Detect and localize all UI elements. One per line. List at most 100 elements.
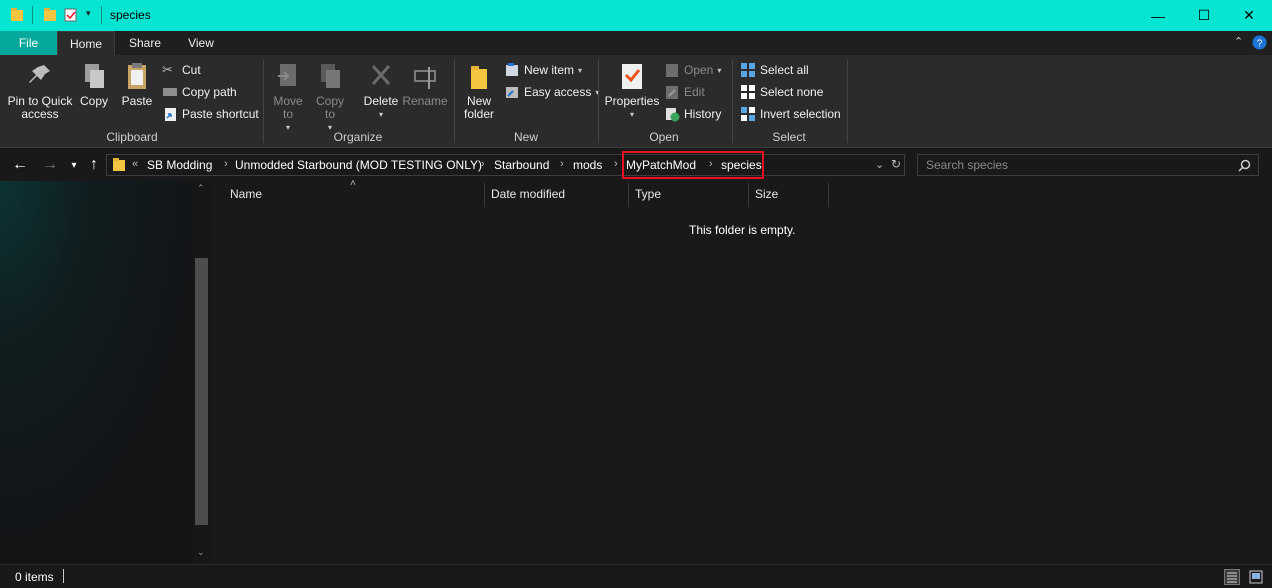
tab-home[interactable]: Home xyxy=(57,31,115,55)
move-to-button[interactable]: Move to ▾ xyxy=(270,61,306,134)
address-bar[interactable]: « SB Modding › Unmodded Starbound (MOD T… xyxy=(106,151,905,179)
copy-to-icon xyxy=(321,64,340,88)
customize-quick-access-icon[interactable]: ▾ xyxy=(86,8,91,19)
invert-selection-button[interactable]: Invert selection xyxy=(740,105,841,123)
properties-button[interactable]: Properties ▾ xyxy=(604,61,660,121)
tab-file[interactable]: File xyxy=(0,31,57,55)
maximize-button[interactable]: ☐ xyxy=(1181,0,1227,31)
clipboard-group-label: Clipboard xyxy=(106,130,158,144)
paste-shortcut-button[interactable]: Paste shortcut xyxy=(162,105,259,123)
forward-button[interactable]: → xyxy=(40,155,60,175)
select-all-label: Select all xyxy=(760,63,809,77)
navigation-pane[interactable] xyxy=(0,181,210,564)
breadcrumb-sb-modding[interactable]: SB Modding xyxy=(147,158,212,172)
divider xyxy=(598,59,599,143)
window-title: species xyxy=(110,8,151,22)
copy-to-button[interactable]: Copy to ▾ xyxy=(312,61,348,134)
chevron-right-icon[interactable]: › xyxy=(614,158,618,170)
chevron-down-icon: ▾ xyxy=(285,123,290,132)
column-header-date-modified[interactable]: Date modified xyxy=(491,187,565,201)
history-label: History xyxy=(684,107,722,121)
breadcrumb-unmodded-starbound[interactable]: Unmodded Starbound (MOD TESTING ONLY) xyxy=(235,158,482,172)
rename-button[interactable]: Rename xyxy=(402,61,448,108)
chevron-right-icon[interactable]: › xyxy=(481,158,485,170)
breadcrumb-starbound[interactable]: Starbound xyxy=(494,158,549,172)
paste-shortcut-icon xyxy=(165,108,176,121)
chevron-down-icon: ▾ xyxy=(71,159,77,171)
copy-icon xyxy=(85,64,104,88)
help-icon[interactable]: ? xyxy=(1252,35,1267,50)
recent-locations-button[interactable]: ▾ xyxy=(64,155,84,175)
new-item-button[interactable]: New item ▾ xyxy=(504,61,582,79)
new-folder-icon[interactable] xyxy=(64,7,78,23)
large-icons-view-icon[interactable] xyxy=(1248,569,1264,585)
select-none-icon xyxy=(741,85,755,99)
address-dropdown-icon[interactable]: ⌄ xyxy=(875,158,884,171)
back-button[interactable]: ← xyxy=(10,155,30,175)
divider xyxy=(101,6,102,24)
history-button[interactable]: History xyxy=(664,105,721,123)
chevron-right-icon[interactable]: › xyxy=(224,158,228,170)
properties-icon xyxy=(622,64,642,89)
folder-properties-icon[interactable] xyxy=(43,7,57,23)
empty-folder-message: This folder is empty. xyxy=(689,223,796,237)
ribbon-tabs: File Home Share View ⌃ ? xyxy=(0,31,1272,55)
divider xyxy=(63,569,64,583)
invert-selection-icon xyxy=(741,107,755,121)
column-header-size[interactable]: Size xyxy=(755,187,778,201)
tab-view[interactable]: View xyxy=(176,31,226,55)
tab-share[interactable]: Share xyxy=(118,31,172,55)
divider[interactable] xyxy=(828,183,829,207)
open-group-label: Open xyxy=(649,130,679,144)
select-all-button[interactable]: Select all xyxy=(740,61,809,79)
scroll-down-icon[interactable]: ⌄ xyxy=(197,547,205,558)
copy-path-button[interactable]: Copy path xyxy=(162,83,237,101)
easy-access-button[interactable]: Easy access▾ xyxy=(504,83,599,101)
close-button[interactable]: ✕ xyxy=(1226,0,1272,31)
details-view-icon[interactable] xyxy=(1224,569,1240,585)
select-all-icon xyxy=(741,63,755,77)
open-button[interactable]: Open ▾ xyxy=(664,61,721,79)
paste-shortcut-label: Paste shortcut xyxy=(182,107,259,121)
invert-selection-label: Invert selection xyxy=(760,107,841,121)
chevron-down-icon: ▾ xyxy=(378,110,383,119)
cut-button[interactable]: ✂ Cut xyxy=(162,61,201,79)
delete-icon xyxy=(371,65,391,85)
search-input[interactable] xyxy=(918,155,1218,175)
edit-icon xyxy=(666,86,678,99)
select-none-button[interactable]: Select none xyxy=(740,83,823,101)
up-button[interactable]: ↑ xyxy=(84,155,104,175)
easy-access-icon xyxy=(506,87,518,98)
refresh-icon[interactable]: ↻ xyxy=(891,157,901,171)
organize-group-label: Organize xyxy=(333,130,383,144)
delete-button[interactable]: Delete ▾ xyxy=(360,61,402,121)
breadcrumb-mods[interactable]: mods xyxy=(573,158,602,172)
collapse-ribbon-icon[interactable]: ⌃ xyxy=(1234,35,1243,48)
new-folder-button[interactable]: New folder xyxy=(460,61,498,121)
divider[interactable] xyxy=(484,183,485,207)
chevron-right-icon[interactable]: › xyxy=(560,158,564,170)
scroll-up-icon[interactable]: ⌃ xyxy=(197,183,205,194)
search-icon[interactable] xyxy=(1238,159,1251,172)
folder-icon xyxy=(11,8,23,21)
copy-button[interactable]: Copy xyxy=(76,61,112,108)
divider[interactable] xyxy=(748,183,749,207)
divider[interactable] xyxy=(628,183,629,207)
pin-to-quick-access-button[interactable]: Pin to Quick access xyxy=(4,61,76,121)
pin-label: Pin to Quick access xyxy=(7,94,73,121)
new-group-label: New xyxy=(513,130,538,144)
pin-icon xyxy=(29,65,50,83)
file-list[interactable]: ˄ Name Date modified Type Size This fold… xyxy=(212,178,1272,564)
divider xyxy=(732,59,733,143)
overflow-icon[interactable]: « xyxy=(132,158,138,170)
highlight-box xyxy=(622,151,764,179)
column-header-name[interactable]: Name xyxy=(230,187,262,201)
chevron-down-icon: ▾ xyxy=(578,65,583,75)
search-box xyxy=(917,154,1259,176)
edit-button[interactable]: Edit xyxy=(664,83,705,101)
nav-scrollbar-thumb[interactable] xyxy=(195,258,208,525)
column-header-type[interactable]: Type xyxy=(635,187,661,201)
svg-text:?: ? xyxy=(1257,39,1263,50)
paste-button[interactable]: Paste xyxy=(116,61,158,108)
minimize-button[interactable]: — xyxy=(1135,0,1181,31)
